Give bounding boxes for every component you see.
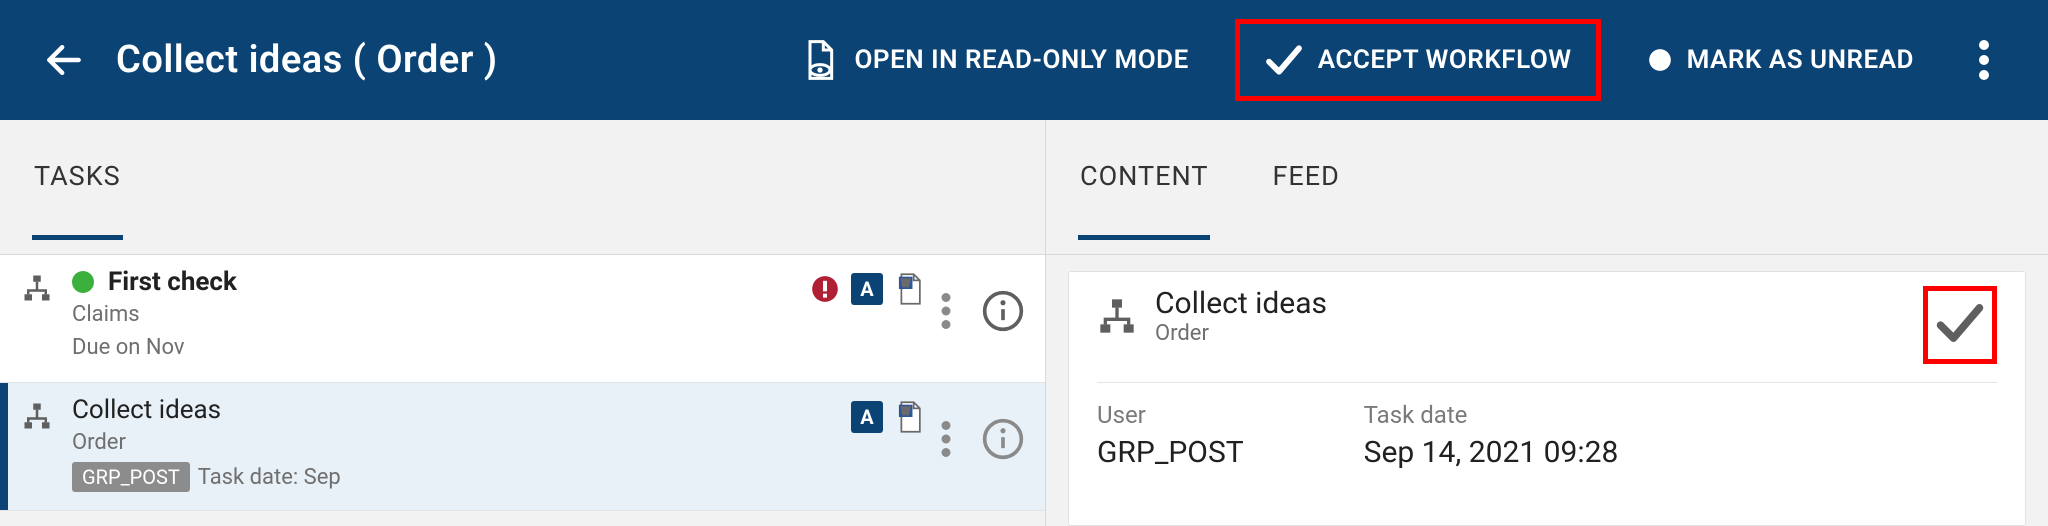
field-label: Task date bbox=[1364, 401, 1619, 429]
svg-text:W: W bbox=[901, 407, 910, 418]
alert-icon bbox=[811, 275, 839, 303]
field-user: User GRP_POST bbox=[1097, 401, 1244, 470]
back-button[interactable] bbox=[40, 36, 88, 84]
workflow-tree-icon bbox=[22, 395, 56, 435]
group-chip: GRP_POST bbox=[72, 462, 190, 492]
card-title: Collect ideas bbox=[1155, 286, 1905, 321]
card-subtitle: Order bbox=[1155, 321, 1905, 346]
tab-content[interactable]: CONTENT bbox=[1078, 150, 1210, 240]
field-value: Sep 14, 2021 09:28 bbox=[1364, 435, 1619, 470]
task-body: Collect ideas Order GRP_POST Task date: S… bbox=[72, 395, 835, 492]
workflow-tree-icon bbox=[1097, 286, 1137, 336]
task-side-actions bbox=[941, 267, 1025, 333]
check-icon bbox=[1934, 297, 1986, 349]
workflow-tree-icon bbox=[22, 267, 56, 307]
tab-feed[interactable]: FEED bbox=[1270, 150, 1341, 240]
task-item[interactable]: First check Claims Due on Nov A W bbox=[0, 255, 1045, 383]
task-subtitle: Order bbox=[72, 429, 835, 458]
task-badges: A W bbox=[811, 267, 925, 305]
info-icon[interactable] bbox=[981, 417, 1025, 461]
card-header: Collect ideas Order bbox=[1097, 286, 1997, 364]
top-bar: Collect ideas ( Order ) OPEN IN READ-ONL… bbox=[0, 0, 2048, 120]
task-date-text: Task date: Sep bbox=[198, 465, 341, 490]
word-doc-icon: W bbox=[895, 401, 925, 433]
task-due: Due on Nov bbox=[72, 334, 795, 363]
document-eye-icon bbox=[800, 38, 840, 82]
more-vertical-icon[interactable] bbox=[941, 293, 951, 329]
accept-workflow-button[interactable]: ACCEPT WORKFLOW bbox=[1235, 19, 1601, 101]
header-actions: OPEN IN READ-ONLY MODE ACCEPT WORKFLOW M… bbox=[786, 19, 2008, 101]
left-tabs: TASKS bbox=[0, 120, 1045, 255]
task-subtitle: Claims bbox=[72, 301, 795, 330]
field-value: GRP_POST bbox=[1097, 435, 1244, 470]
task-list: First check Claims Due on Nov A W bbox=[0, 255, 1045, 526]
check-icon bbox=[1264, 40, 1304, 80]
task-title: First check bbox=[108, 267, 237, 297]
open-read-only-button[interactable]: OPEN IN READ-ONLY MODE bbox=[786, 30, 1202, 90]
accept-check-button[interactable] bbox=[1923, 286, 1997, 364]
task-body: First check Claims Due on Nov bbox=[72, 267, 795, 362]
task-title: Collect ideas bbox=[72, 395, 221, 425]
status-dot bbox=[72, 271, 94, 293]
left-pane: TASKS First check Claims Due on Nov bbox=[0, 120, 1045, 526]
accept-workflow-label: ACCEPT WORKFLOW bbox=[1318, 45, 1572, 75]
content-card: Collect ideas Order User GRP_POST Task d… bbox=[1068, 271, 2026, 526]
main-body: TASKS First check Claims Due on Nov bbox=[0, 120, 2048, 526]
type-badge: A bbox=[851, 273, 883, 305]
type-badge: A bbox=[851, 401, 883, 433]
more-vertical-icon bbox=[1979, 40, 1989, 80]
word-doc-icon: W bbox=[895, 273, 925, 305]
task-side-actions bbox=[941, 395, 1025, 461]
field-task-date: Task date Sep 14, 2021 09:28 bbox=[1364, 401, 1619, 470]
mark-unread-button[interactable]: MARK AS UNREAD bbox=[1633, 37, 1928, 83]
info-icon[interactable] bbox=[981, 289, 1025, 333]
task-item[interactable]: Collect ideas Order GRP_POST Task date: S… bbox=[0, 383, 1045, 511]
open-read-only-label: OPEN IN READ-ONLY MODE bbox=[854, 45, 1188, 75]
svg-text:W: W bbox=[901, 279, 910, 290]
arrow-left-icon bbox=[42, 38, 86, 82]
page-title: Collect ideas ( Order ) bbox=[116, 38, 758, 82]
more-vertical-icon[interactable] bbox=[941, 421, 951, 457]
tab-tasks[interactable]: TASKS bbox=[32, 150, 123, 240]
dot-icon bbox=[1647, 47, 1673, 73]
task-badges: A W bbox=[851, 395, 925, 433]
field-label: User bbox=[1097, 401, 1244, 429]
right-tabs: CONTENT FEED bbox=[1046, 120, 2048, 255]
card-fields: User GRP_POST Task date Sep 14, 2021 09:… bbox=[1097, 401, 1997, 470]
task-meta: GRP_POST Task date: Sep bbox=[72, 462, 835, 493]
divider bbox=[1097, 382, 1997, 383]
more-menu-button[interactable] bbox=[1960, 40, 2008, 80]
mark-unread-label: MARK AS UNREAD bbox=[1687, 45, 1914, 75]
right-pane: CONTENT FEED Collect ideas Order bbox=[1045, 120, 2048, 526]
